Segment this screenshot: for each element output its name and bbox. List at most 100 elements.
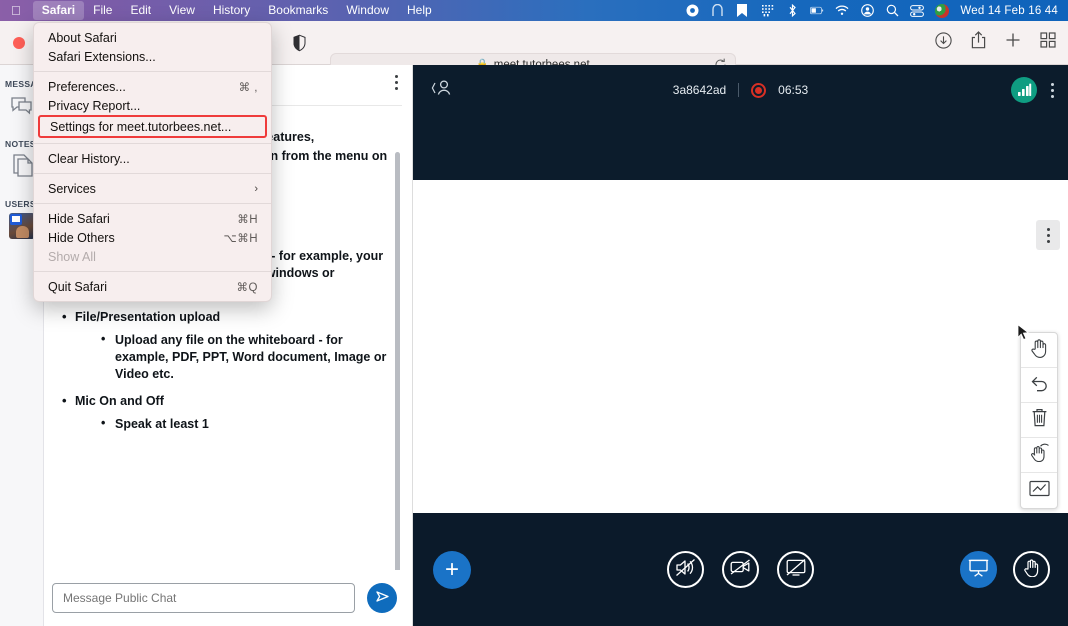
undo-icon xyxy=(1030,374,1049,397)
close-window-button[interactable] xyxy=(13,37,25,49)
undo-tool-button[interactable] xyxy=(1021,368,1057,403)
drawing-tool-button[interactable] xyxy=(1021,473,1057,508)
delete-tool-button[interactable] xyxy=(1021,403,1057,438)
signal-bars-icon xyxy=(1017,83,1032,97)
menu-item-quit-safari[interactable]: Quit Safari ⌘Q xyxy=(34,277,271,296)
send-message-button[interactable] xyxy=(367,583,397,613)
session-id: 3a8642ad xyxy=(673,83,726,97)
safari-dropdown-menu: About Safari Safari Extensions... Prefer… xyxy=(33,22,272,302)
menu-item-label: Preferences... xyxy=(48,80,126,94)
wifi-icon[interactable] xyxy=(835,4,849,18)
feature-detail-list: Upload any file on the whiteboard - for … xyxy=(101,332,390,383)
menu-item-preferences[interactable]: Preferences... ⌘ , xyxy=(34,77,271,96)
menu-item-label: Hide Others xyxy=(48,231,115,245)
chat-message-input[interactable] xyxy=(52,583,355,613)
bluetooth-icon[interactable] xyxy=(785,4,799,18)
presentation-button[interactable] xyxy=(960,551,997,588)
menu-item-label: Privacy Report... xyxy=(48,99,140,113)
menu-item-privacy-report[interactable]: Privacy Report... xyxy=(34,96,271,115)
meeting-options-icon[interactable] xyxy=(1051,83,1054,98)
tab-overview-icon[interactable] xyxy=(1040,32,1056,53)
menu-separator xyxy=(34,203,271,204)
send-icon xyxy=(375,589,390,607)
siri-icon[interactable] xyxy=(935,4,949,18)
connection-status-button[interactable] xyxy=(1011,77,1037,103)
menubar-item-safari[interactable]: Safari xyxy=(33,1,84,20)
menu-separator xyxy=(34,271,271,272)
menu-item-label: About Safari xyxy=(48,31,117,45)
menu-item-shortcut: ⌥⌘H xyxy=(223,231,258,245)
record-icon[interactable] xyxy=(751,83,766,98)
record-icon[interactable] xyxy=(685,4,699,18)
shield-icon[interactable] xyxy=(292,34,307,57)
list-item: File/Presentation upload Upload any file… xyxy=(60,309,390,383)
menubar-item-help[interactable]: Help xyxy=(398,1,441,20)
grid-icon[interactable] xyxy=(760,4,774,18)
menu-item-shortcut: ⌘H xyxy=(237,212,258,226)
window-controls xyxy=(0,37,25,49)
menu-item-settings-for-site[interactable]: Settings for meet.tutorbees.net... xyxy=(38,115,267,138)
account-icon[interactable] xyxy=(860,4,874,18)
menu-item-safari-extensions[interactable]: Safari Extensions... xyxy=(34,47,271,66)
recording-timer: 06:53 xyxy=(778,83,808,97)
whiteboard-options-icon[interactable] xyxy=(1036,220,1060,250)
download-icon[interactable] xyxy=(935,32,952,54)
bookmark-icon[interactable] xyxy=(735,4,749,18)
search-icon[interactable] xyxy=(885,4,899,18)
mouse-cursor xyxy=(1017,324,1030,346)
mute-audio-button[interactable] xyxy=(667,551,704,588)
list-item: Upload any file on the whiteboard - for … xyxy=(101,332,390,383)
meeting-action-bar: + xyxy=(413,513,1068,626)
menu-item-clear-history[interactable]: Clear History... xyxy=(34,149,271,168)
meeting-info: 3a8642ad 06:53 xyxy=(413,83,1068,98)
presenter-badge-icon xyxy=(10,214,22,225)
chevron-right-icon: › xyxy=(254,183,258,195)
menubar-status-area: Wed 14 Feb 16 44 xyxy=(685,4,1068,18)
menu-item-services[interactable]: Services › xyxy=(34,179,271,198)
safari-toolbar-actions xyxy=(935,31,1056,54)
menu-item-hide-safari[interactable]: Hide Safari ⌘H xyxy=(34,209,271,228)
menu-item-label: Show All xyxy=(48,250,96,264)
menubar-item-bookmarks[interactable]: Bookmarks xyxy=(259,1,337,20)
screen:  Safari File Edit View History Bookmark… xyxy=(0,0,1068,626)
presentation-controls xyxy=(960,551,1050,588)
menu-item-hide-others[interactable]: Hide Others ⌥⌘H xyxy=(34,228,271,247)
menubar-clock[interactable]: Wed 14 Feb 16 44 xyxy=(960,5,1058,17)
menu-item-about-safari[interactable]: About Safari xyxy=(34,28,271,47)
menu-item-label: Safari Extensions... xyxy=(48,50,156,64)
macos-menubar:  Safari File Edit View History Bookmark… xyxy=(0,0,1068,21)
hand-pan-icon xyxy=(1030,338,1049,363)
camera-off-icon xyxy=(730,559,751,580)
menu-item-label: Clear History... xyxy=(48,152,130,166)
menubar-item-view[interactable]: View xyxy=(160,1,204,20)
feature-label: Mic On and Off xyxy=(75,394,164,408)
feature-label: File/Presentation upload xyxy=(75,310,220,324)
battery-icon[interactable] xyxy=(810,4,824,18)
chat-options-icon[interactable] xyxy=(395,75,398,90)
screen-share-off-button[interactable] xyxy=(777,551,814,588)
raise-hand-button[interactable] xyxy=(1013,551,1050,588)
multi-user-hand-icon xyxy=(1029,443,1050,467)
whiteboard-toolbar xyxy=(1020,332,1058,509)
share-icon[interactable] xyxy=(971,31,986,54)
menubar-item-file[interactable]: File xyxy=(84,1,121,20)
menu-item-label: Hide Safari xyxy=(48,212,110,226)
camera-off-button[interactable] xyxy=(722,551,759,588)
menubar-item-history[interactable]: History xyxy=(204,1,259,20)
menu-item-show-all: Show All xyxy=(34,247,271,266)
chat-scrollbar[interactable] xyxy=(395,152,400,570)
menu-item-label: Quit Safari xyxy=(48,280,107,294)
multi-user-whiteboard-button[interactable] xyxy=(1021,438,1057,473)
screen-share-off-icon xyxy=(786,559,806,581)
menubar-item-edit[interactable]: Edit xyxy=(121,1,160,20)
menu-separator xyxy=(34,143,271,144)
control-center-icon[interactable] xyxy=(910,4,924,18)
meeting-header-actions xyxy=(1011,77,1054,103)
list-item: Mic On and Off Speak at least 1 xyxy=(60,393,390,433)
trash-icon xyxy=(1031,408,1048,432)
chat-input-row xyxy=(44,570,413,626)
apple-logo-icon[interactable]:  xyxy=(0,4,33,17)
vpn-icon[interactable] xyxy=(710,4,724,18)
new-tab-icon[interactable] xyxy=(1005,32,1021,53)
menubar-item-window[interactable]: Window xyxy=(337,1,398,20)
